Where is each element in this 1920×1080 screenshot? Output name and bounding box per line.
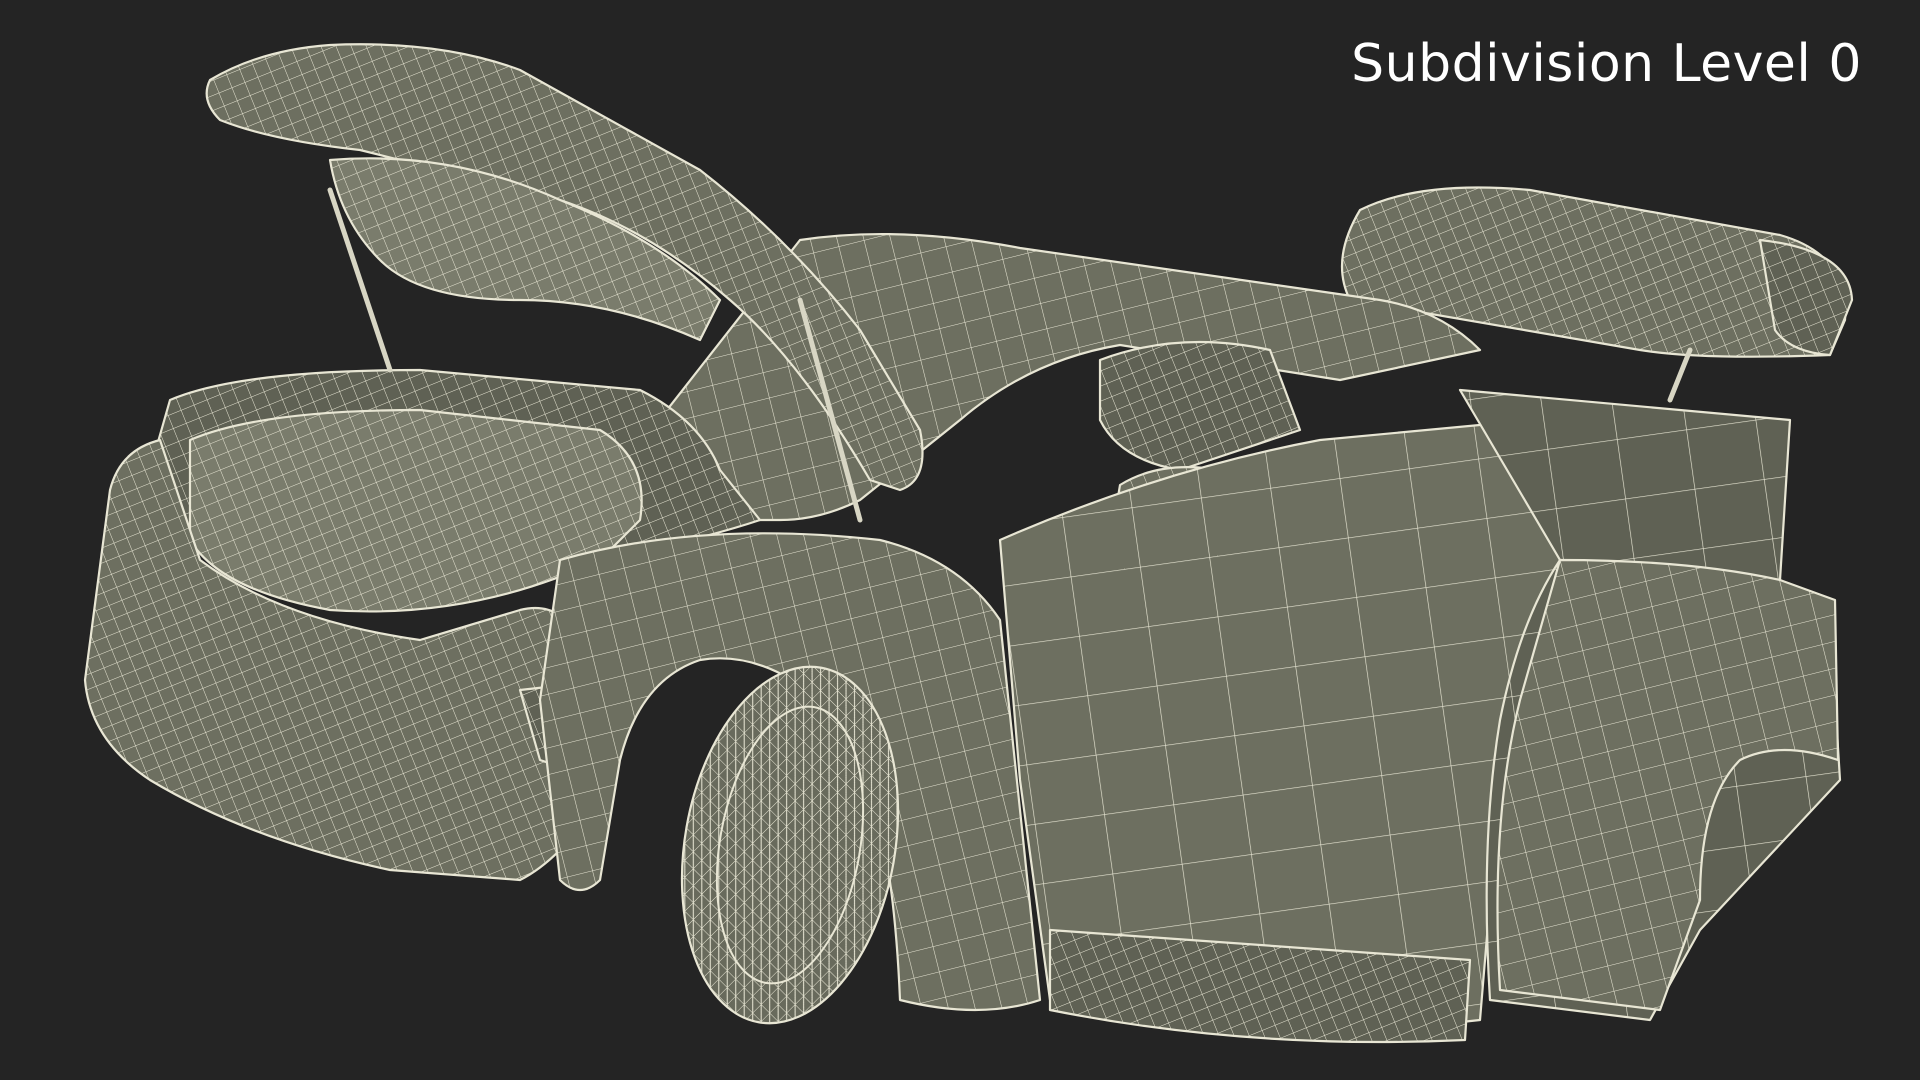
- open-rear-door: [1458, 388, 1842, 1022]
- wireframe-car-model: [83, 43, 1854, 1044]
- rear-hatch: [1340, 186, 1854, 403]
- subdivision-level-label: Subdivision Level 0: [1351, 34, 1862, 94]
- render-viewport: Subdivision Level 0: [0, 0, 1920, 1080]
